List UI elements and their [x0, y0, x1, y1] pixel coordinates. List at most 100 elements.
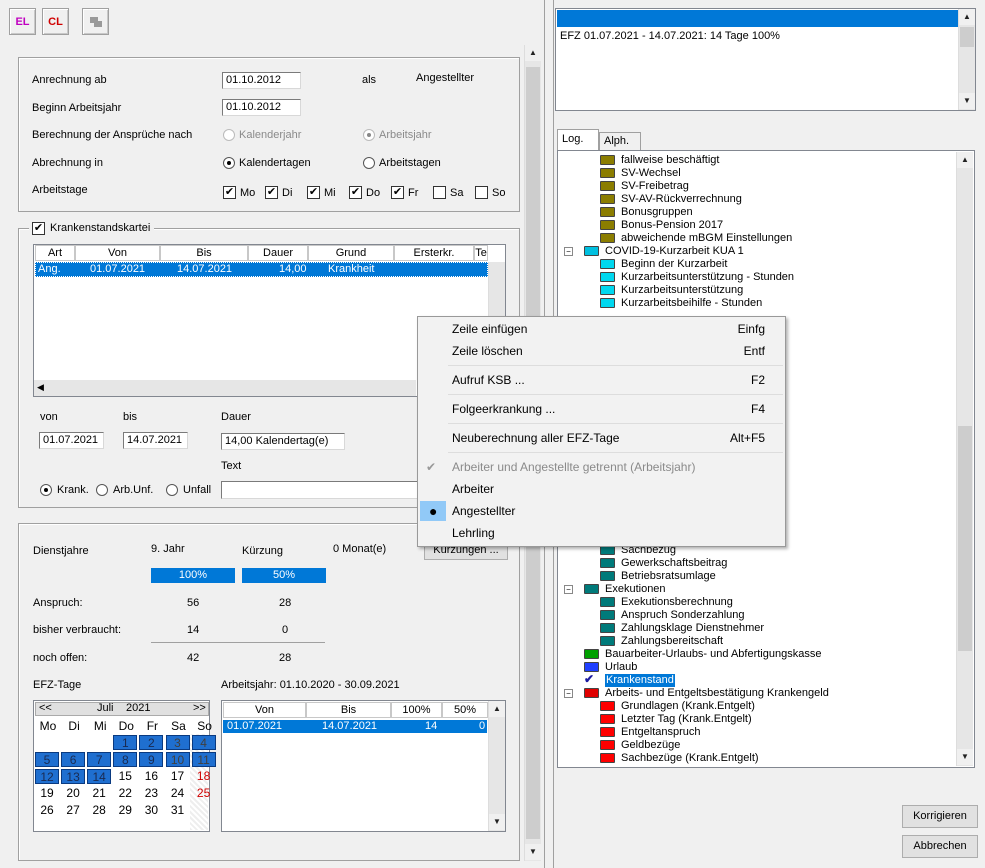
scroll-up-icon[interactable]: ▲ — [489, 701, 505, 717]
calendar-day-18[interactable]: 18 — [192, 769, 216, 784]
scroll-up-icon[interactable]: ▲ — [959, 9, 975, 25]
info-selected-row[interactable] — [557, 10, 958, 27]
calendar-day-29[interactable]: 29 — [113, 803, 137, 818]
calendar-day-25[interactable]: 25 — [192, 786, 216, 801]
efz-col-1[interactable]: Bis — [306, 702, 391, 718]
collapse-icon[interactable]: − — [564, 585, 573, 594]
von-field[interactable]: 01.07.2021 — [39, 432, 104, 449]
calendar-day-3[interactable]: 3 — [165, 735, 190, 750]
tree_top-item-8[interactable]: Beginn der Kurzarbeit — [621, 258, 727, 271]
efz-col-2[interactable]: 100% — [391, 702, 442, 718]
tree_bottom-item-7[interactable]: Zahlungsbereitschaft — [621, 635, 723, 648]
calendar-day-2[interactable]: 2 — [139, 735, 164, 750]
calendar-day-20[interactable]: 20 — [61, 786, 85, 801]
menu-item-5[interactable]: Folgeerkrankung ... F4 — [418, 398, 785, 420]
calendar-day-4[interactable]: 4 — [191, 735, 216, 750]
arbeitsjahr-radio[interactable] — [363, 129, 375, 141]
calendar-day-16[interactable]: 16 — [139, 769, 163, 784]
tree_bottom-item-15[interactable]: Geldbezüge — [621, 739, 680, 752]
tree_top-item-2[interactable]: SV-Freibetrag — [621, 180, 689, 193]
calendar-day-26[interactable]: 26 — [35, 803, 59, 818]
calendar-day-1[interactable]: 1 — [113, 735, 138, 750]
tree_bottom-item-5[interactable]: Anspruch Sonderzahlung — [621, 609, 745, 622]
tree_top-item-6[interactable]: abweichende mBGM Einstellungen — [621, 232, 792, 245]
checkbox-mi[interactable]: ✔ — [307, 186, 320, 199]
tree_bottom-item-12[interactable]: Grundlagen (Krank.Entgelt) — [621, 700, 755, 713]
calendar-day-12[interactable]: 12 — [35, 769, 59, 784]
menu-item-0[interactable]: Zeile einfügen Einfg — [418, 318, 785, 340]
calendar-day-24[interactable]: 24 — [166, 786, 190, 801]
scroll-down-icon[interactable]: ▼ — [525, 844, 541, 860]
tree_bottom-item-3[interactable]: Exekutionen — [605, 583, 666, 596]
bis-field[interactable]: 14.07.2021 — [123, 432, 188, 449]
tree_top-item-1[interactable]: SV-Wechsel — [621, 167, 681, 180]
calendar-day-7[interactable]: 7 — [87, 752, 112, 767]
scroll-down-icon[interactable]: ▼ — [957, 749, 973, 765]
efz-col-3[interactable]: 50% — [442, 702, 488, 718]
kartei-col-6[interactable]: Te — [474, 245, 488, 261]
tree_bottom-item-4[interactable]: Exekutionsberechnung — [621, 596, 733, 609]
tab-alph[interactable]: Alph. — [599, 132, 641, 151]
calendar-day-13[interactable]: 13 — [61, 769, 86, 784]
calendar-day-22[interactable]: 22 — [113, 786, 137, 801]
dauer-field[interactable]: 14,00 Kalendertag(e) — [221, 433, 345, 450]
menu-item-7[interactable]: Neuberechnung aller EFZ-Tage Alt+F5 — [418, 427, 785, 449]
arbunf-radio[interactable] — [96, 484, 108, 496]
menu-item-12[interactable]: Lehrling — [418, 522, 785, 544]
tree_top-item-11[interactable]: Kurzarbeitsbeihilfe - Stunden — [621, 297, 762, 310]
collapse-icon[interactable]: − — [564, 689, 573, 698]
menu-item-1[interactable]: Zeile löschen Entf — [418, 340, 785, 362]
checkbox-fr[interactable]: ✔ — [391, 186, 404, 199]
beginn-field[interactable]: 01.10.2012 — [222, 99, 301, 116]
tree_bottom-item-16[interactable]: Sachbezüge (Krank.Entgelt) — [621, 752, 759, 765]
scroll-up-icon[interactable]: ▲ — [957, 152, 973, 168]
arbeitstagen-radio[interactable] — [363, 157, 375, 169]
calendar-day-21[interactable]: 21 — [87, 786, 111, 801]
calendar-day-11[interactable]: 11 — [191, 752, 216, 767]
checkbox-di[interactable]: ✔ — [265, 186, 278, 199]
tree_bottom-item-11[interactable]: Arbeits- und Entgeltsbestätigung Kranken… — [605, 687, 829, 700]
calendar-prev[interactable]: << — [39, 702, 52, 714]
abbrechen-button[interactable]: Abbrechen — [902, 835, 978, 858]
checkbox-so[interactable] — [475, 186, 488, 199]
calendar-day-23[interactable]: 23 — [139, 786, 163, 801]
calendar-day-28[interactable]: 28 — [87, 803, 111, 818]
calendar-day-31[interactable]: 31 — [166, 803, 190, 818]
calendar-day-30[interactable]: 30 — [139, 803, 163, 818]
calendar-day-19[interactable]: 19 — [35, 786, 59, 801]
text-field[interactable] — [221, 481, 421, 499]
kartei-col-0[interactable]: Art — [35, 245, 75, 261]
scroll-up-icon[interactable]: ▲ — [525, 45, 541, 61]
scroll-thumb[interactable] — [960, 27, 974, 47]
efz-col-0[interactable]: Von — [223, 702, 306, 718]
anrechnung-field[interactable]: 01.10.2012 — [222, 72, 301, 89]
tree_bottom-item-6[interactable]: Zahlungsklage Dienstnehmer — [621, 622, 764, 635]
tree_top-item-7[interactable]: COVID-19-Kurzarbeit KUA 1 — [605, 245, 744, 258]
calendar-day-17[interactable]: 17 — [166, 769, 190, 784]
scroll-left-icon[interactable]: ◀ — [37, 382, 44, 393]
tree_top-item-3[interactable]: SV-AV-Rückverrechnung — [621, 193, 742, 206]
menu-item-10[interactable]: Arbeiter — [418, 478, 785, 500]
calendar-day-9[interactable]: 9 — [139, 752, 164, 767]
kalendertagen-radio[interactable] — [223, 157, 235, 169]
kartei-col-5[interactable]: Ersterkr. — [394, 245, 474, 261]
kartei-col-3[interactable]: Dauer — [248, 245, 308, 261]
krank-radio[interactable] — [40, 484, 52, 496]
scroll-down-icon[interactable]: ▼ — [959, 93, 975, 109]
tree_bottom-item-14[interactable]: Entgeltanspruch — [621, 726, 701, 739]
unfall-radio[interactable] — [166, 484, 178, 496]
calendar-day-6[interactable]: 6 — [61, 752, 86, 767]
collapse-icon[interactable]: − — [564, 247, 573, 256]
tree_bottom-item-13[interactable]: Letzter Tag (Krank.Entgelt) — [621, 713, 752, 726]
scroll-thumb[interactable] — [958, 426, 972, 651]
el-button[interactable]: EL — [9, 8, 36, 35]
checkbox-mo[interactable]: ✔ — [223, 186, 236, 199]
disabled-tool-button[interactable] — [82, 8, 109, 35]
tree_top-item-10[interactable]: Kurzarbeitsunterstützung — [621, 284, 743, 297]
kartei-hscroll[interactable]: ◀ — [34, 380, 416, 396]
calendar-day-14[interactable]: 14 — [87, 769, 112, 784]
info-vscroll[interactable]: ▲ ▼ — [958, 9, 975, 110]
tree_top-item-4[interactable]: Bonusgruppen — [621, 206, 693, 219]
kartei-col-2[interactable]: Bis — [160, 245, 248, 261]
calendar-day-10[interactable]: 10 — [165, 752, 190, 767]
